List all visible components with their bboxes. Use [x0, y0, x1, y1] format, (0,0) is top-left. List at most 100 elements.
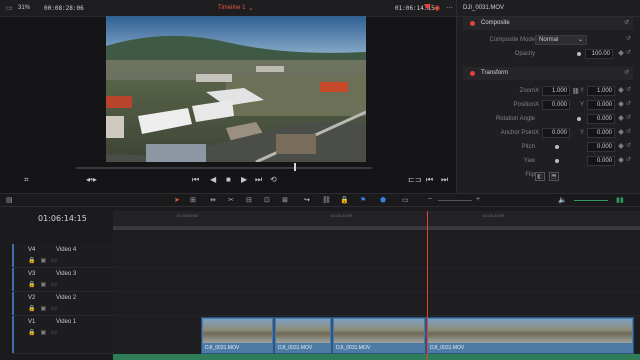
transform-section-header[interactable]: Transform ↺ [463, 67, 633, 80]
reset-icon[interactable]: ↺ [626, 100, 631, 107]
keyframe-icon[interactable] [618, 101, 624, 107]
reset-icon[interactable]: ↺ [624, 69, 629, 76]
flip-vertical-icon[interactable]: ⬒ [549, 172, 559, 181]
keyframe-icon[interactable] [618, 50, 624, 56]
speaker-icon[interactable]: 🔈 [558, 196, 567, 204]
dynamic-trim-icon[interactable]: ⇹ [210, 196, 216, 204]
rotation-input[interactable]: 0.000 [587, 114, 615, 124]
track-controls-icon[interactable]: 🔒▣▭ [28, 329, 62, 336]
timeline-zoom-slider[interactable] [438, 200, 472, 201]
scrub-handle[interactable] [294, 163, 296, 171]
overwrite-clip-icon[interactable]: ⊡ [264, 196, 270, 204]
timeline-clip[interactable]: DJI_0031.MOV [426, 317, 634, 354]
rotation-slider[interactable] [577, 117, 581, 121]
position-y-input[interactable]: 0.000 [587, 100, 615, 110]
playback-speed-icon[interactable]: ◉ [434, 0, 440, 17]
keyframe-icon[interactable] [618, 129, 624, 135]
volume-slider[interactable] [574, 200, 608, 201]
timeline-clip[interactable]: DJI_0031.MOV [201, 317, 274, 354]
marker-icon[interactable]: ⬟ [380, 196, 386, 204]
go-to-end-icon[interactable]: ⏭ [255, 175, 262, 185]
pitch-slider[interactable] [555, 145, 559, 149]
position-x-input[interactable]: 0.000 [542, 100, 570, 110]
composite-enable-toggle[interactable] [470, 21, 475, 26]
trim-tool-icon[interactable]: ⊞ [190, 196, 196, 204]
keyframe-icon[interactable] [618, 143, 624, 149]
selection-tool-icon[interactable]: ➤ [174, 196, 180, 204]
composite-mode-select[interactable]: Normal ⌄ [535, 35, 587, 45]
stop-icon[interactable]: ■ [226, 175, 231, 184]
yaw-input[interactable]: 0.000 [587, 156, 615, 166]
composite-section-header[interactable]: Composite ↺ [463, 17, 633, 30]
track-lane-v3[interactable] [113, 268, 640, 292]
loop-icon[interactable]: ⟲ [270, 175, 277, 184]
track-name[interactable]: Video 3 [56, 271, 76, 277]
reset-icon[interactable]: ↺ [626, 86, 631, 93]
zoom-out-icon[interactable]: − [428, 196, 432, 203]
reset-icon[interactable]: ↺ [626, 128, 631, 135]
track-lane-v2[interactable] [113, 292, 640, 316]
snapping-icon[interactable]: ↪ [304, 196, 310, 204]
flip-horizontal-icon[interactable]: ◧ [535, 172, 545, 181]
opacity-input[interactable]: 100.00 [585, 49, 613, 59]
timeline-clip[interactable]: DJI_0031.MOV [274, 317, 332, 354]
go-to-start-icon[interactable]: ⏮ [192, 175, 199, 185]
track-controls-icon[interactable]: 🔒▣▭ [28, 281, 62, 288]
track-controls-icon[interactable]: 🔒▣▭ [28, 257, 62, 264]
track-controls-icon[interactable]: 🔒▣▭ [28, 305, 62, 312]
next-edit-icon[interactable]: ⏭ [441, 175, 448, 185]
viewer-options-icon[interactable]: ▭ [6, 0, 13, 17]
audio-track-lane[interactable] [113, 354, 640, 360]
safe-area-icon[interactable]: ⌗ [24, 175, 29, 185]
track-name[interactable]: Video 4 [56, 247, 76, 253]
playhead[interactable] [427, 211, 428, 360]
jog-icon[interactable]: ◂•▸ [86, 175, 97, 184]
more-options-icon[interactable]: ⋯ [446, 0, 453, 17]
reset-icon[interactable]: ↺ [626, 114, 631, 121]
zoom-y-input[interactable]: 1.000 [587, 86, 615, 96]
opacity-slider[interactable] [577, 52, 581, 56]
keyframe-icon[interactable] [618, 115, 624, 121]
anchor-x-input[interactable]: 0.000 [542, 128, 570, 138]
play-reverse-icon[interactable]: ◀ [210, 175, 216, 184]
play-icon[interactable]: ▶ [241, 175, 247, 184]
pitch-input[interactable]: 0.000 [587, 142, 615, 152]
reset-icon[interactable]: ↺ [626, 49, 631, 56]
track-header-v1[interactable]: V1 Video 1 🔒▣▭ [12, 316, 113, 354]
reset-icon[interactable]: ↺ [626, 142, 631, 149]
reset-icon[interactable]: ↺ [626, 156, 631, 163]
anchor-y-input[interactable]: 0.000 [587, 128, 615, 138]
track-name[interactable]: Video 2 [56, 295, 76, 301]
replace-clip-icon[interactable]: ⊠ [282, 196, 288, 204]
zoom-x-input[interactable]: 1.000 [542, 86, 570, 96]
previous-edit-icon[interactable]: ⏮ [426, 175, 433, 185]
track-header-v3[interactable]: V3 Video 3 🔒▣▭ [12, 268, 113, 292]
match-frame-icon[interactable]: ⊏⊐ [408, 175, 421, 184]
blade-tool-icon[interactable]: ✂ [228, 196, 234, 204]
timeline-clip[interactable]: DJI_0031.MOV [332, 317, 426, 354]
lock-icon[interactable]: 🔒 [340, 196, 349, 204]
video-frame [106, 16, 366, 162]
transform-enable-toggle[interactable] [470, 71, 475, 76]
timeline-selector[interactable]: Timeline 1 [218, 0, 245, 17]
link-icon[interactable]: ⛓ [572, 88, 580, 95]
timeline-view-icon[interactable]: ▭ [402, 196, 409, 204]
timeline-ruler[interactable]: 01:06:00:00 01:06:10:00 01:06:20:00 [113, 211, 640, 227]
yaw-slider[interactable] [555, 159, 559, 163]
zoom-level[interactable]: 31% [18, 0, 30, 17]
track-header-v4[interactable]: V4 Video 4 🔒▣▭ [12, 244, 113, 268]
track-header-v2[interactable]: V2 Video 2 🔒▣▭ [12, 292, 113, 316]
keyframe-icon[interactable] [618, 157, 624, 163]
linked-selection-icon[interactable]: ⛓ [322, 196, 331, 204]
zoom-in-icon[interactable]: + [476, 196, 480, 203]
keyframe-icon[interactable] [618, 87, 624, 93]
chevron-down-icon[interactable]: ⌄ [248, 0, 254, 17]
reset-icon[interactable]: ↺ [624, 19, 629, 26]
reset-icon[interactable]: ↺ [626, 35, 631, 42]
viewer-scrub-bar[interactable] [76, 167, 372, 169]
layout-icon[interactable]: ▤ [6, 196, 13, 204]
flag-icon[interactable]: ⚑ [360, 196, 366, 204]
track-lane-v4[interactable] [113, 244, 640, 268]
track-name[interactable]: Video 1 [56, 319, 76, 325]
insert-clip-icon[interactable]: ⊟ [246, 196, 252, 204]
